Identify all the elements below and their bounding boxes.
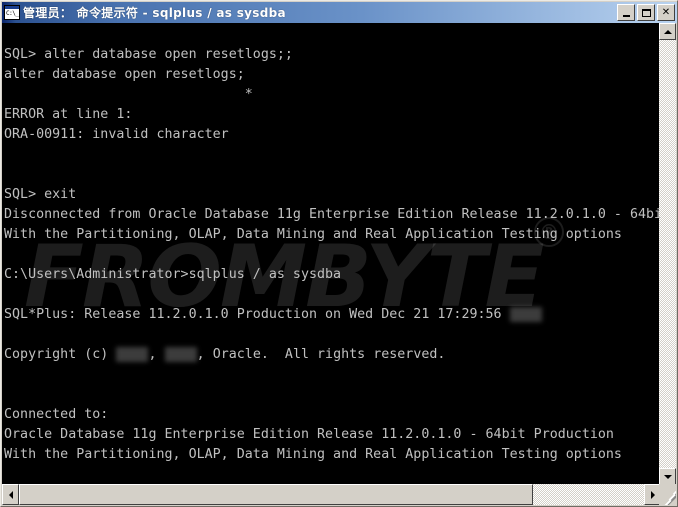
console-window: C:\_ 管理员： 命令提示符 - sqlplus / as sysdba ✕ … xyxy=(0,0,678,507)
console-line: alter database open resetlogs; xyxy=(4,67,245,82)
title-bar[interactable]: C:\_ 管理员： 命令提示符 - sqlplus / as sysdba ✕ xyxy=(2,2,677,23)
window-controls: ✕ xyxy=(615,4,675,21)
vertical-scroll-track[interactable] xyxy=(659,40,676,468)
console-line: C:\Users\Administrator>sqlplus / as sysd… xyxy=(4,267,342,282)
close-icon: ✕ xyxy=(661,6,671,18)
window-title: 管理员： 命令提示符 - sqlplus / as sysdba xyxy=(23,6,286,20)
vertical-scrollbar[interactable] xyxy=(659,23,676,485)
console-line: With the Partitioning, OLAP, Data Mining… xyxy=(4,227,622,242)
console-icon-bar xyxy=(5,6,19,9)
resize-grip[interactable] xyxy=(659,484,676,505)
console-line: Connected to: xyxy=(4,407,109,422)
chevron-down-icon xyxy=(663,474,672,479)
maximize-icon xyxy=(638,5,654,20)
console-line: Disconnected from Oracle Database 11g En… xyxy=(4,207,662,222)
minimize-button[interactable] xyxy=(617,4,635,21)
horizontal-scroll-track[interactable] xyxy=(19,484,644,505)
chevron-right-icon xyxy=(650,490,655,499)
console-line: ORA-00911: invalid character xyxy=(4,127,229,142)
scroll-up-button[interactable] xyxy=(659,23,676,40)
redacted-year: #### xyxy=(116,347,149,362)
console-line: * xyxy=(4,87,253,102)
horizontal-scrollbar[interactable] xyxy=(2,484,661,505)
chevron-up-icon xyxy=(663,29,672,34)
redacted-year: #### xyxy=(164,347,197,362)
console-line: ERROR at line 1: xyxy=(4,107,133,122)
console-line: SQL> alter database open resetlogs;; xyxy=(4,47,293,62)
chevron-left-icon xyxy=(8,490,13,499)
minimize-icon xyxy=(618,5,634,20)
console-text: SQL> alter database open resetlogs;; alte… xyxy=(4,25,662,485)
redacted-year: #### xyxy=(509,307,542,322)
console-line: SQL*Plus: Release 11.2.0.1.0 Production … xyxy=(4,305,661,325)
scroll-down-button[interactable] xyxy=(659,468,676,485)
console-line: With the Partitioning, OLAP, Data Mining… xyxy=(4,447,622,462)
console-icon-prompt: C:\_ xyxy=(6,10,19,17)
maximize-button[interactable] xyxy=(637,4,655,21)
scroll-left-button[interactable] xyxy=(2,484,19,505)
console-icon[interactable]: C:\_ xyxy=(4,5,20,20)
console-output-area[interactable]: FROMBYTE ® SQL> alter database open rese… xyxy=(2,23,662,485)
console-line: SQL> exit xyxy=(4,187,77,202)
console-line: Copyright (c) ####, ####, Oracle. All ri… xyxy=(4,347,446,362)
horizontal-scroll-thumb[interactable] xyxy=(19,484,533,505)
console-line: Oracle Database 11g Enterprise Edition R… xyxy=(4,427,614,442)
close-button[interactable]: ✕ xyxy=(657,4,675,21)
